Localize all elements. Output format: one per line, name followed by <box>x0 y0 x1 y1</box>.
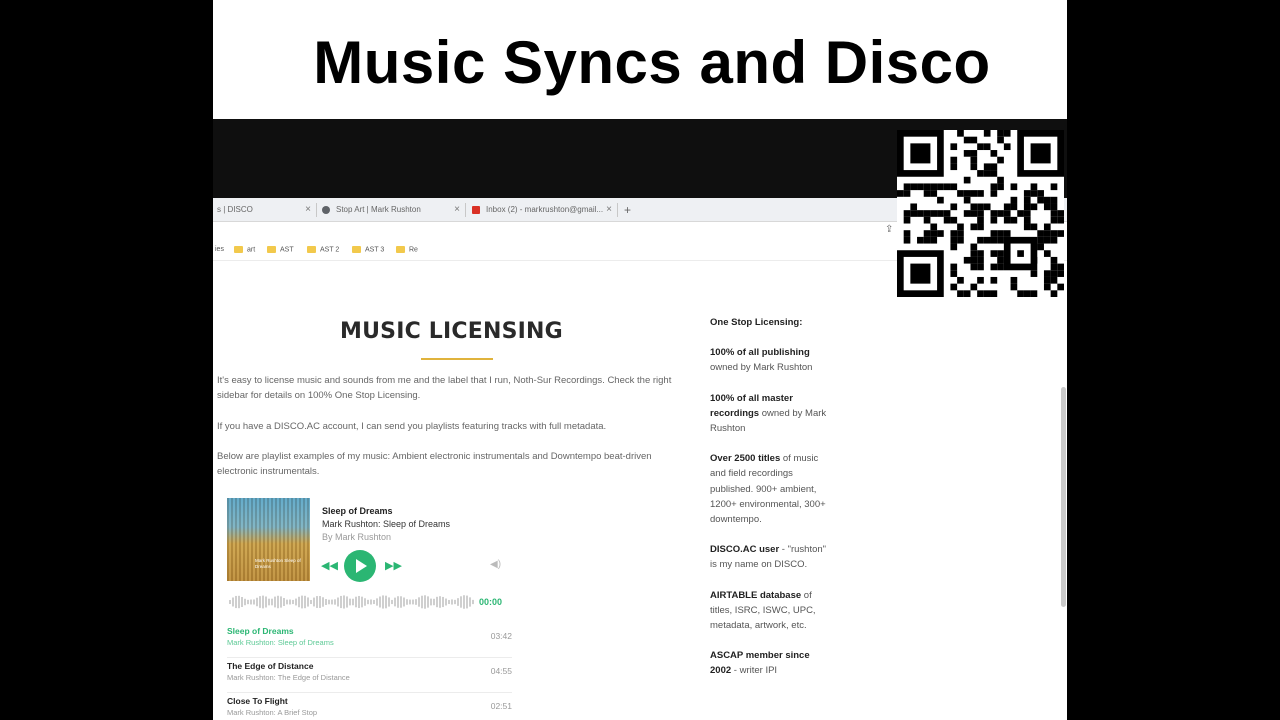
folder-icon <box>352 246 361 253</box>
play-button[interactable] <box>344 550 376 582</box>
sidebar-block: DISCO.AC user - "rushton" is my name on … <box>710 544 827 571</box>
page-scrollbar[interactable] <box>1061 387 1066 607</box>
close-tab-icon[interactable]: × <box>606 201 612 219</box>
bookmark-item[interactable]: ies <box>215 246 224 253</box>
folder-icon <box>234 246 243 253</box>
bookmark-folder-ast[interactable]: AST <box>267 246 294 253</box>
browser-tab-disco[interactable]: s | DISCO × <box>217 201 311 219</box>
page-heading: MUSIC LICENSING <box>340 319 563 344</box>
track-duration: 02:51 <box>490 701 512 711</box>
playback-time: 00:00 <box>479 597 503 607</box>
previous-icon[interactable]: ◀◀ <box>321 559 338 572</box>
track-title: Close To Flight <box>227 696 288 706</box>
close-tab-icon[interactable]: × <box>305 201 311 219</box>
folder-icon <box>396 246 405 253</box>
track-title: Sleep of Dreams <box>227 626 294 636</box>
disco-paragraph: If you have a DISCO.AC account, I can se… <box>217 421 607 432</box>
globe-icon <box>322 205 330 214</box>
bookmark-folder-re[interactable]: Re <box>396 246 418 253</box>
play-icon <box>356 559 367 573</box>
track-duration: 03:42 <box>490 631 512 641</box>
now-playing-artist[interactable]: By Mark Rushton <box>322 532 391 542</box>
volume-icon[interactable]: ◀) <box>490 559 501 570</box>
track-subtitle: Mark Rushton: Sleep of Dreams <box>227 638 334 647</box>
close-tab-icon[interactable]: × <box>454 201 460 219</box>
tab-label: s | DISCO <box>217 205 253 214</box>
bookmark-folder-ast-2[interactable]: AST 2 <box>307 246 339 253</box>
playlist-paragraph: Below are playlist examples of my music:… <box>217 451 652 477</box>
heading-underline <box>421 358 493 360</box>
waveform-seekbar[interactable] <box>229 593 475 611</box>
track-subtitle: Mark Rushton: A Brief Stop <box>227 708 318 717</box>
new-tab-button[interactable]: + <box>624 201 631 219</box>
track-subtitle: Mark Rushton: The Edge of Distance <box>227 673 350 682</box>
bookmark-folder-art[interactable]: art <box>234 246 255 253</box>
album-art-text: Mark Rushton Sleep of Dreams <box>255 558 301 569</box>
qr-code <box>897 130 1064 297</box>
tab-label: Inbox (2) - markrushton@gmail... <box>486 205 604 214</box>
playlist-track[interactable]: Close To Flight Mark Rushton: A Brief St… <box>227 693 512 720</box>
sidebar-block: One Stop Licensing: <box>710 317 803 328</box>
gmail-icon <box>472 205 480 214</box>
slide-title: Music Syncs and Disco <box>313 29 991 96</box>
sidebar-block: Over 2500 titles of music and field reco… <box>710 453 826 526</box>
licensing-sidebar: One Stop Licensing: 100% of all publishi… <box>710 315 828 694</box>
sidebar-block: 100% of all publishing owned by Mark Rus… <box>710 347 813 374</box>
tab-label: Stop Art | Mark Rushton <box>336 205 421 214</box>
intro-paragraph: It's easy to license music and sounds fr… <box>217 375 672 401</box>
folder-icon <box>267 246 276 253</box>
browser-tab-stop-art[interactable]: Stop Art | Mark Rushton × <box>322 201 460 219</box>
video-frame: Music Syncs and Disco s | DISCO × Stop A… <box>213 0 1067 720</box>
now-playing-title: Sleep of Dreams <box>322 506 393 516</box>
browser-tab-inbox[interactable]: Inbox (2) - markrushton@gmail... × <box>472 201 612 219</box>
sidebar-block: 100% of all master recordings owned by M… <box>710 392 827 435</box>
album-art: Mark Rushton Sleep of Dreams <box>227 498 310 581</box>
now-playing-album: Mark Rushton: Sleep of Dreams <box>322 519 451 529</box>
folder-icon <box>307 246 316 253</box>
sidebar-block: AIRTABLE database of titles, ISRC, ISWC,… <box>710 589 816 632</box>
share-icon[interactable]: ⇪ <box>885 224 893 235</box>
bookmark-folder-ast-3[interactable]: AST 3 <box>352 246 384 253</box>
sidebar-block: ASCAP member since 2002 - writer IPI <box>710 650 810 677</box>
playlist-track[interactable]: The Edge of Distance Mark Rushton: The E… <box>227 658 512 693</box>
playlist-track[interactable]: Sleep of Dreams Mark Rushton: Sleep of D… <box>227 623 512 658</box>
web-page: MUSIC LICENSING It's easy to license mus… <box>213 262 1067 720</box>
track-duration: 04:55 <box>490 666 512 676</box>
track-title: The Edge of Distance <box>227 661 314 671</box>
next-icon[interactable]: ▶▶ <box>385 559 402 572</box>
